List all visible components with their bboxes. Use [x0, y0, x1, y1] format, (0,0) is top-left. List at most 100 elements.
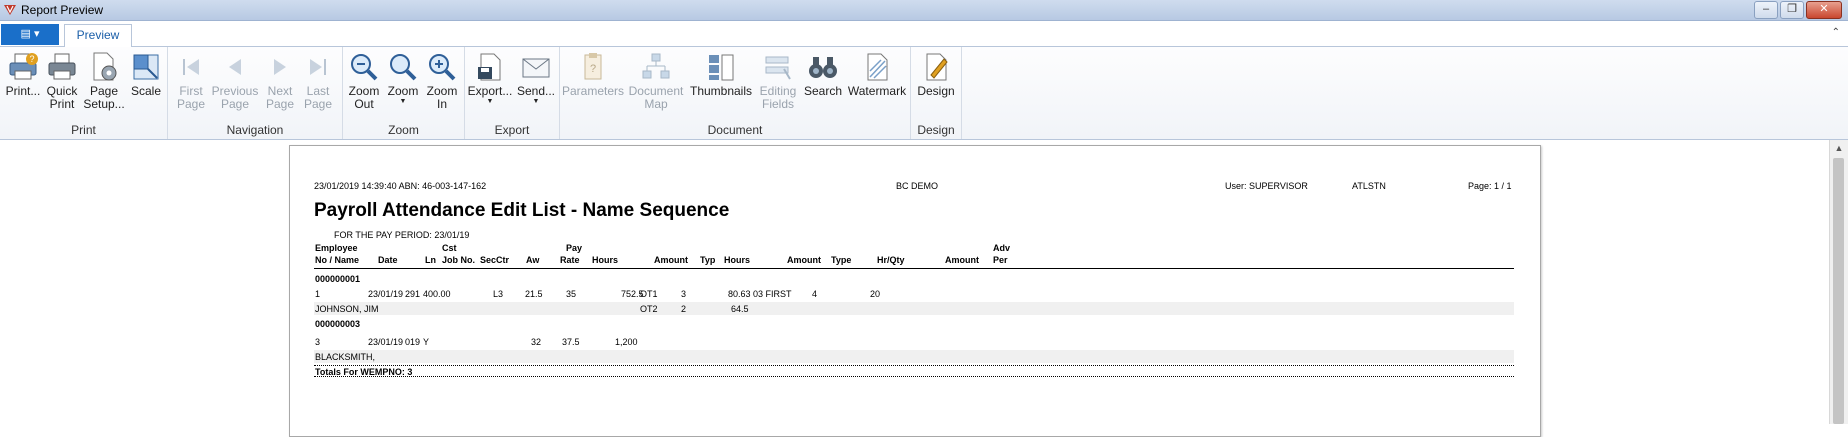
minimize-button[interactable]: – — [1754, 1, 1778, 19]
scale-button[interactable]: Scale — [128, 51, 164, 98]
zoom-button[interactable]: Zoom ▼ — [385, 51, 421, 106]
totals-rule-top — [314, 365, 1514, 366]
scroll-thumb[interactable] — [1833, 158, 1844, 424]
entry-ot-hours: 3 — [681, 289, 687, 299]
entry-ln: 291 — [405, 289, 421, 299]
col-secctr: SecCtr — [480, 255, 510, 265]
editing-fields-button[interactable]: Editing Fields — [756, 51, 800, 111]
design-button[interactable]: Design — [915, 51, 957, 98]
previous-page-icon — [229, 59, 241, 75]
col-no-name: No / Name — [315, 255, 360, 265]
last-page-button[interactable]: Last Page — [300, 51, 336, 111]
tab-preview[interactable]: Preview — [64, 24, 132, 48]
entry-date: 23/01/19 — [368, 337, 404, 347]
employee-name: JOHNSON, JIM — [315, 304, 379, 314]
restore-button[interactable]: ❐ — [1780, 1, 1804, 19]
close-button[interactable]: ✕ — [1806, 1, 1842, 19]
entry-allow-amount: 20 — [870, 289, 881, 299]
header-rule — [314, 268, 1514, 269]
entry-amount: 1,200 — [615, 337, 638, 347]
zoom-dropdown-icon: ▼ — [399, 98, 407, 105]
svg-text:?: ? — [590, 63, 596, 75]
thumbnails-icon — [709, 54, 734, 81]
export-dropdown-icon: ▼ — [486, 98, 494, 105]
previous-page-button[interactable]: Previous Page — [210, 51, 260, 111]
scale-icon — [133, 54, 159, 80]
parameters-icon: ? — [584, 53, 602, 80]
title-bar: Report Preview – ❐ ✕ — [0, 0, 1848, 21]
totals-rule-bottom — [314, 376, 1514, 377]
scroll-up-icon[interactable]: ▲ — [1830, 140, 1848, 156]
ribbon: ? Print... Quick Print Page Setup... Sca… — [0, 47, 1848, 140]
printer-icon: ? — [9, 53, 38, 80]
col-hours-ot: Hours — [724, 255, 751, 265]
vertical-scrollbar[interactable]: ▲ — [1829, 140, 1848, 424]
report-title: Payroll Attendance Edit List - Name Sequ… — [314, 200, 730, 221]
zoom-out-button[interactable]: Zoom Out — [345, 51, 383, 111]
entry-ot-typ: OT1 — [640, 289, 658, 299]
design-group: Design Design — [911, 47, 962, 139]
parameters-button[interactable]: ? Parameters — [562, 51, 624, 98]
entry-allow-type: 03 FIRST — [753, 289, 792, 299]
export-button[interactable]: Export... ▼ — [467, 51, 513, 106]
navigation-group-label: Navigation — [226, 123, 284, 137]
thumbnails-button[interactable]: Thumbnails — [688, 51, 754, 98]
first-page-icon — [183, 59, 199, 75]
search-button[interactable]: Search — [802, 51, 844, 98]
entry-ot-amount: 80.63 — [728, 289, 751, 299]
col-type: Type — [831, 255, 852, 265]
employee-no: 3 — [315, 337, 321, 347]
collapse-ribbon-icon[interactable]: ⌃ — [1832, 27, 1840, 38]
binoculars-icon — [809, 57, 837, 78]
quick-printer-icon — [48, 53, 76, 80]
watermark-button[interactable]: Watermark — [846, 51, 908, 98]
next-page-button[interactable]: Next Page — [262, 51, 298, 111]
last-page-icon — [310, 59, 326, 75]
quick-print-button[interactable]: Quick Print — [44, 51, 80, 111]
zoom-in-button[interactable]: Zoom In — [423, 51, 461, 111]
report-page: 23/01/2019 14:39:40 ABN: 46-003-147-162 … — [289, 145, 1541, 437]
app-logo-icon — [4, 5, 16, 15]
zoom-icon — [390, 54, 417, 81]
document-group: ? Parameters Document Map Thumbnails Edi… — [560, 47, 911, 139]
send-button[interactable]: Send... ▼ — [515, 51, 557, 106]
col-amount-ot: Amount — [787, 255, 821, 265]
entry-aw: L3 — [493, 289, 504, 299]
send-dropdown-icon: ▼ — [532, 98, 540, 105]
entry-job: Y — [423, 337, 430, 347]
entry-ot-typ: OT2 — [640, 304, 658, 314]
document-map-button[interactable]: Document Map — [626, 51, 686, 111]
entry-ot-amount: 64.5 — [731, 304, 749, 314]
entry-job: 400.00 — [423, 289, 451, 299]
row-band — [314, 350, 1514, 363]
document-map-icon — [642, 53, 670, 79]
print-button[interactable]: ? Print... — [3, 51, 43, 98]
app-menu-button[interactable]: ▤ ▾ — [1, 24, 59, 45]
page-setup-button[interactable]: Page Setup... — [82, 51, 126, 111]
col-aw: Aw — [526, 255, 540, 265]
envelope-icon — [522, 58, 550, 78]
col-amount-allow: Amount — [945, 255, 979, 265]
document-group-label: Document — [707, 123, 763, 137]
design-icon — [926, 53, 948, 81]
export-icon — [478, 53, 501, 81]
employee-id: 000000003 — [315, 319, 361, 329]
col-amount: Amount — [654, 255, 688, 265]
entry-hours: 37.5 — [562, 337, 580, 347]
col-adv: Adv — [993, 243, 1011, 253]
design-group-label: Design — [917, 123, 955, 137]
entry-hours: 35 — [566, 289, 577, 299]
col-hours: Hours — [592, 255, 619, 265]
zoom-in-icon — [429, 54, 456, 81]
entry-ot-hours: 2 — [681, 304, 687, 314]
col-typ: Typ — [700, 255, 716, 265]
first-page-button[interactable]: First Page — [174, 51, 208, 111]
entry-date: 23/01/19 — [368, 289, 404, 299]
navigation-group: First Page Previous Page Next Page Last … — [168, 47, 343, 139]
ribbon-tab-row: ▤ ▾ Preview ⌃ — [0, 21, 1848, 48]
col-employee: Employee — [315, 243, 358, 253]
col-job-no: Job No. — [442, 255, 475, 265]
page-setup-icon — [93, 52, 117, 81]
zoom-out-icon — [351, 54, 378, 81]
print-group: ? Print... Quick Print Page Setup... Sca… — [0, 47, 168, 139]
